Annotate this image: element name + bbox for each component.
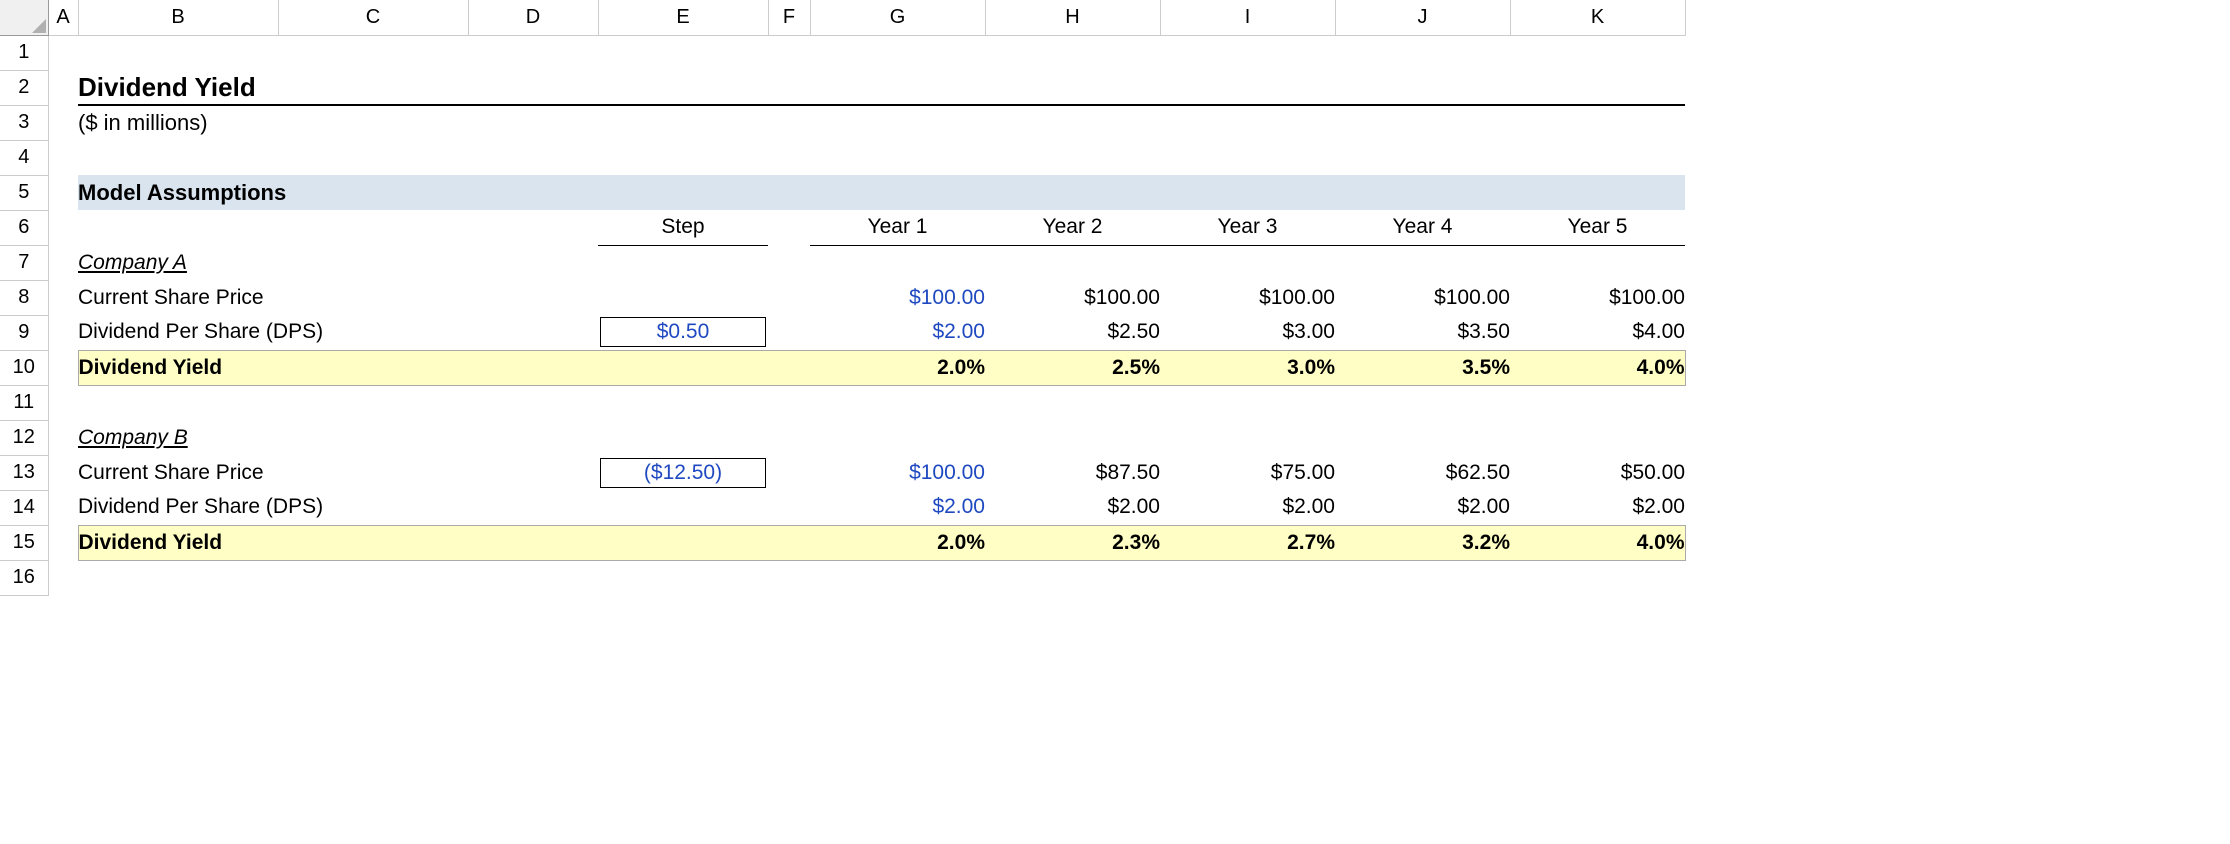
a-yield-label[interactable]: Dividend Yield xyxy=(78,350,468,385)
col-header-E[interactable]: E xyxy=(598,0,768,35)
company-a-name[interactable]: Company A xyxy=(78,245,278,280)
subtitle[interactable]: ($ in millions) xyxy=(78,105,278,140)
b-dps-y4[interactable]: $2.00 xyxy=(1335,490,1510,525)
year-header-1[interactable]: Year 1 xyxy=(810,210,985,245)
b-yield-y5[interactable]: 4.0% xyxy=(1510,525,1685,560)
row-header-2[interactable]: 2 xyxy=(0,70,48,105)
b-yield-y2[interactable]: 2.3% xyxy=(985,525,1160,560)
b-yield-y3[interactable]: 2.7% xyxy=(1160,525,1335,560)
b-dps-step[interactable] xyxy=(598,490,768,525)
row-header-9[interactable]: 9 xyxy=(0,315,48,350)
b-share-price-label[interactable]: Current Share Price xyxy=(78,455,468,490)
col-header-D[interactable]: D xyxy=(468,0,598,35)
row-header-5[interactable]: 5 xyxy=(0,175,48,210)
row-header-15[interactable]: 15 xyxy=(0,525,48,560)
year-header-5[interactable]: Year 5 xyxy=(1510,210,1685,245)
b-yield-y1[interactable]: 2.0% xyxy=(810,525,985,560)
a-dps-step-cell[interactable]: $0.50 xyxy=(598,315,768,350)
a-share-price-y4[interactable]: $100.00 xyxy=(1335,280,1510,315)
col-header-B[interactable]: B xyxy=(78,0,278,35)
b-dps-label[interactable]: Dividend Per Share (DPS) xyxy=(78,490,468,525)
col-header-K[interactable]: K xyxy=(1510,0,1685,35)
year-header-2[interactable]: Year 2 xyxy=(985,210,1160,245)
row-header-7[interactable]: 7 xyxy=(0,245,48,280)
col-header-I[interactable]: I xyxy=(1160,0,1335,35)
row-header-13[interactable]: 13 xyxy=(0,455,48,490)
b-dps-y5[interactable]: $2.00 xyxy=(1510,490,1685,525)
col-header-J[interactable]: J xyxy=(1335,0,1510,35)
col-header-G[interactable]: G xyxy=(810,0,985,35)
b-share-price-step: ($12.50) xyxy=(600,458,766,488)
col-header-H[interactable]: H xyxy=(985,0,1160,35)
a-share-price-step[interactable] xyxy=(598,280,768,315)
page-title[interactable]: Dividend Yield xyxy=(78,70,278,105)
row-header-4[interactable]: 4 xyxy=(0,140,48,175)
column-header-row: A B C D E F G H I J K xyxy=(0,0,1685,35)
row-header-1[interactable]: 1 xyxy=(0,35,48,70)
a-dps-y4[interactable]: $3.50 xyxy=(1335,315,1510,350)
b-share-price-y4[interactable]: $62.50 xyxy=(1335,455,1510,490)
step-header[interactable]: Step xyxy=(598,210,768,245)
a-dps-y5[interactable]: $4.00 xyxy=(1510,315,1685,350)
a-dps-y2[interactable]: $2.50 xyxy=(985,315,1160,350)
select-all-corner[interactable] xyxy=(0,0,48,35)
col-header-F[interactable]: F xyxy=(768,0,810,35)
a-dps-step: $0.50 xyxy=(600,317,766,347)
a-share-price-y2[interactable]: $100.00 xyxy=(985,280,1160,315)
spreadsheet-grid[interactable]: A B C D E F G H I J K 1 2 Dividend Yield… xyxy=(0,0,1686,596)
b-share-price-y1[interactable]: $100.00 xyxy=(810,455,985,490)
row-header-6[interactable]: 6 xyxy=(0,210,48,245)
a-dps-label[interactable]: Dividend Per Share (DPS) xyxy=(78,315,468,350)
col-header-A[interactable]: A xyxy=(48,0,78,35)
year-header-3[interactable]: Year 3 xyxy=(1160,210,1335,245)
b-dps-y2[interactable]: $2.00 xyxy=(985,490,1160,525)
a-yield-y5[interactable]: 4.0% xyxy=(1510,350,1685,385)
b-yield-y4[interactable]: 3.2% xyxy=(1335,525,1510,560)
b-dps-y3[interactable]: $2.00 xyxy=(1160,490,1335,525)
a-share-price-y3[interactable]: $100.00 xyxy=(1160,280,1335,315)
section-header[interactable]: Model Assumptions xyxy=(78,175,1685,210)
b-share-price-y3[interactable]: $75.00 xyxy=(1160,455,1335,490)
row-header-16[interactable]: 16 xyxy=(0,560,48,595)
col-header-C[interactable]: C xyxy=(278,0,468,35)
company-b-name[interactable]: Company B xyxy=(78,420,278,455)
b-share-price-step-cell[interactable]: ($12.50) xyxy=(598,455,768,490)
row-header-11[interactable]: 11 xyxy=(0,385,48,420)
row-header-10[interactable]: 10 xyxy=(0,350,48,385)
year-header-4[interactable]: Year 4 xyxy=(1335,210,1510,245)
a-yield-y4[interactable]: 3.5% xyxy=(1335,350,1510,385)
b-share-price-y2[interactable]: $87.50 xyxy=(985,455,1160,490)
row-header-12[interactable]: 12 xyxy=(0,420,48,455)
a-dps-y3[interactable]: $3.00 xyxy=(1160,315,1335,350)
a-share-price-y1[interactable]: $100.00 xyxy=(810,280,985,315)
a-yield-y3[interactable]: 3.0% xyxy=(1160,350,1335,385)
a-share-price-y5[interactable]: $100.00 xyxy=(1510,280,1685,315)
b-dps-y1[interactable]: $2.00 xyxy=(810,490,985,525)
a-yield-y2[interactable]: 2.5% xyxy=(985,350,1160,385)
a-dps-y1[interactable]: $2.00 xyxy=(810,315,985,350)
row-header-3[interactable]: 3 xyxy=(0,105,48,140)
row-header-8[interactable]: 8 xyxy=(0,280,48,315)
b-yield-label[interactable]: Dividend Yield xyxy=(78,525,468,560)
b-share-price-y5[interactable]: $50.00 xyxy=(1510,455,1685,490)
a-yield-y1[interactable]: 2.0% xyxy=(810,350,985,385)
row-header-14[interactable]: 14 xyxy=(0,490,48,525)
a-share-price-label[interactable]: Current Share Price xyxy=(78,280,468,315)
